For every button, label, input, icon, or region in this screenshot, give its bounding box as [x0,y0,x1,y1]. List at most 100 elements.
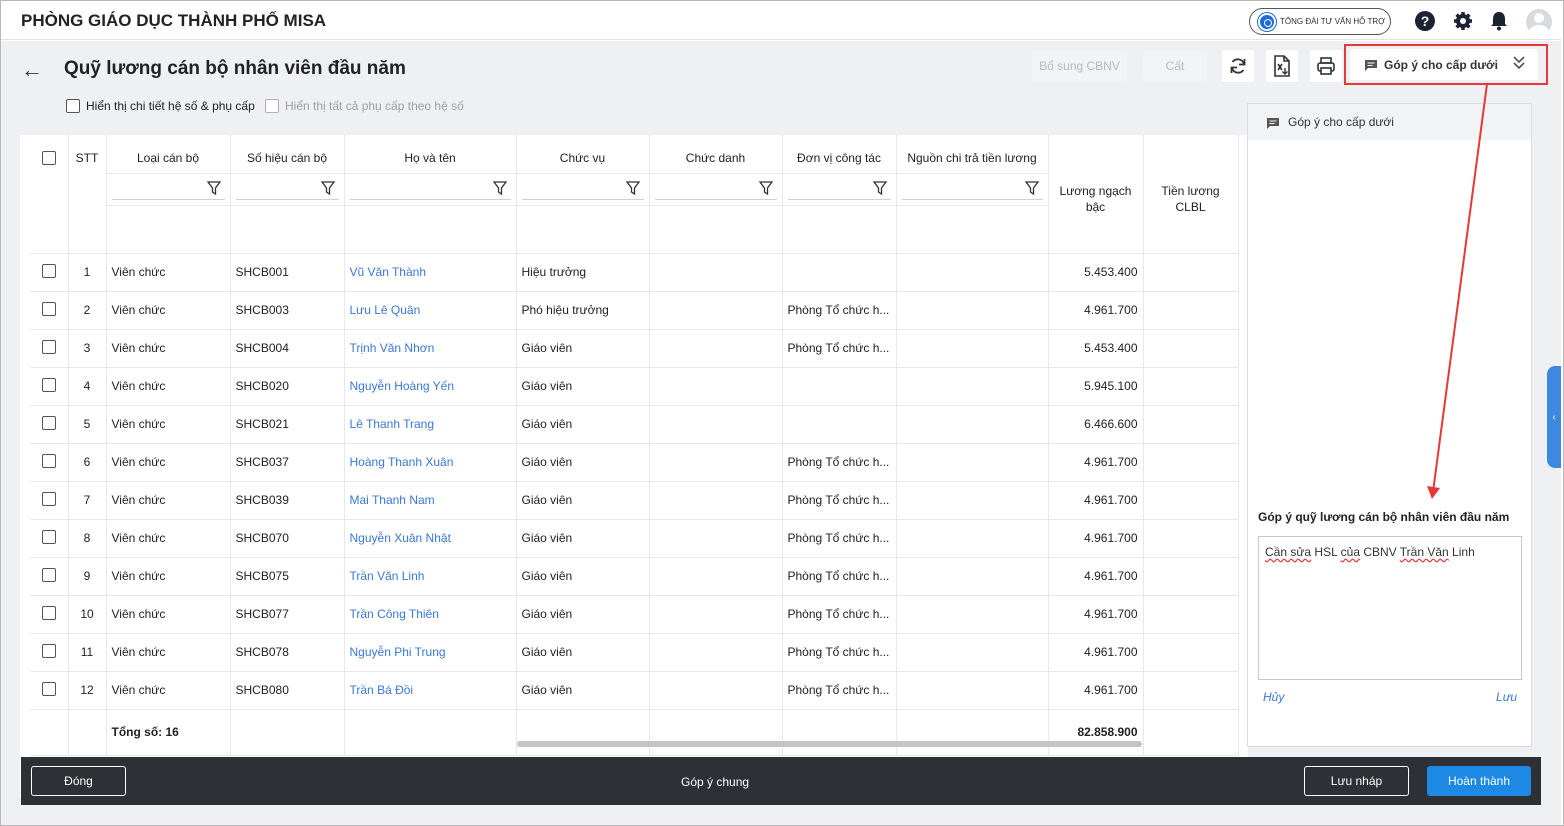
row-select-cell[interactable] [30,329,69,368]
close-button[interactable]: Đóng [31,766,126,796]
cell-name[interactable]: Nguyễn Phi Trung [344,633,517,672]
row-select-cell[interactable] [30,519,69,558]
filter-funnel-icon[interactable] [320,180,335,195]
feedback-textarea[interactable]: Cần sửa HSL của CBNV Trần Văn Linh [1258,536,1522,680]
table-row[interactable]: 4 Viên chức SHCB020 Nguyễn Hoàng Yến Giáo vi… [30,367,1239,406]
row-checkbox[interactable] [41,643,56,658]
filter-type-cell[interactable] [106,173,231,206]
filter-position-input[interactable] [521,178,644,200]
header-salary[interactable]: Lương ngạch bậc [1048,135,1144,254]
excel-export-button[interactable] [1266,50,1298,82]
refresh-button[interactable] [1222,50,1254,82]
row-select-cell[interactable] [30,291,69,330]
filter-funnel-icon[interactable] [872,180,887,195]
row-checkbox[interactable] [41,681,56,696]
header-clbl[interactable]: Tiền lương CLBL [1143,135,1239,254]
header-position[interactable]: Chức vụ [516,135,650,174]
cell-name[interactable]: Trần Bá Đồi [344,671,517,710]
cell-name[interactable]: Lê Thanh Trang [344,405,517,444]
row-checkbox[interactable] [41,377,56,392]
filter-unit-input[interactable] [787,178,891,200]
filter-source-cell[interactable] [896,173,1049,206]
row-select-cell[interactable] [30,253,69,292]
complete-button[interactable]: Hoàn thành [1427,766,1531,796]
print-button[interactable] [1310,50,1342,82]
row-checkbox[interactable] [41,567,56,582]
row-select-cell[interactable] [30,557,69,596]
row-checkbox[interactable] [41,263,56,278]
show-detail-checkbox[interactable] [66,99,80,113]
filter-funnel-icon[interactable] [625,180,640,195]
table-row[interactable]: 5 Viên chức SHCB021 Lê Thanh Trang Giáo viên… [30,405,1239,444]
row-select-cell[interactable] [30,405,69,444]
table-row[interactable]: 2 Viên chức SHCB003 Lưu Lê Quân Phó hiệu trư… [30,291,1239,330]
table-row[interactable]: 6 Viên chức SHCB037 Hoàng Thanh Xuân Giáo vi… [30,443,1239,482]
save-feedback-link[interactable]: Lưu [1496,690,1517,704]
filter-funnel-icon[interactable] [758,180,773,195]
cell-name[interactable]: Mai Thanh Nam [344,481,517,520]
row-select-cell[interactable] [30,443,69,482]
double-chevron-down-icon[interactable] [1512,55,1526,71]
table-row[interactable]: 11 Viên chức SHCB078 Nguyễn Phi Trung Giáo v… [30,633,1239,672]
feedback-subordinate-menu-item[interactable]: Góp ý cho cấp dưới [1248,104,1531,140]
row-checkbox[interactable] [41,339,56,354]
filter-code-cell[interactable] [230,173,345,206]
header-type[interactable]: Loại cán bộ [106,135,231,174]
filter-funnel-icon[interactable] [1024,180,1039,195]
row-checkbox[interactable] [41,491,56,506]
avatar[interactable] [1526,9,1552,35]
add-staff-button[interactable]: Bổ sung CBNV [1032,51,1127,81]
cell-name[interactable]: Nguyễn Xuân Nhật [344,519,517,558]
save-button[interactable]: Cất [1143,51,1207,81]
row-checkbox[interactable] [41,529,56,544]
row-checkbox[interactable] [41,301,56,316]
row-select-cell[interactable] [30,367,69,406]
table-row[interactable]: 1 Viên chức SHCB001 Vũ Văn Thành Hiệu trưởng… [30,253,1239,292]
row-checkbox[interactable] [41,605,56,620]
show-detail-option[interactable]: Hiển thị chi tiết hệ số & phụ cấp [66,99,255,113]
header-code[interactable]: Số hiệu cán bộ [230,135,345,174]
cell-name[interactable]: Vũ Văn Thành [344,253,517,292]
row-select-cell[interactable] [30,671,69,710]
horizontal-scrollbar[interactable] [517,741,1142,747]
filter-source-input[interactable] [901,178,1043,200]
filter-title-input[interactable] [654,178,777,200]
cell-name[interactable]: Trần Công Thiên [344,595,517,634]
help-icon[interactable]: ? [1415,11,1435,31]
panel-collapse-tab[interactable]: ‹ [1547,366,1561,468]
filter-code-input[interactable] [235,178,339,200]
cell-name[interactable]: Trần Văn Linh [344,557,517,596]
row-select-cell[interactable] [30,481,69,520]
table-row[interactable]: 12 Viên chức SHCB080 Trần Bá Đồi Giáo viên Ph… [30,671,1239,710]
header-title[interactable]: Chức danh [649,135,783,174]
header-unit[interactable]: Đơn vị công tác [782,135,897,174]
gear-icon[interactable] [1453,11,1473,31]
table-row[interactable]: 7 Viên chức SHCB039 Mai Thanh Nam Giáo viên P… [30,481,1239,520]
general-feedback-link[interactable]: Góp ý chung [681,775,749,789]
header-name[interactable]: Họ và tên [344,135,517,174]
header-source[interactable]: Nguồn chi trả tiền lương [896,135,1049,174]
table-row[interactable]: 8 Viên chức SHCB070 Nguyễn Xuân Nhật Giáo vi… [30,519,1239,558]
filter-position-cell[interactable] [516,173,650,206]
cancel-feedback-link[interactable]: Hủy [1263,690,1284,704]
row-select-cell[interactable] [30,595,69,634]
filter-type-input[interactable] [111,178,225,200]
filter-title-cell[interactable] [649,173,783,206]
filter-name-input[interactable] [349,178,511,200]
header-select-all[interactable] [30,135,69,254]
back-arrow-icon[interactable]: ← [21,57,43,83]
row-checkbox[interactable] [41,415,56,430]
row-checkbox[interactable] [41,453,56,468]
cell-name[interactable]: Nguyễn Hoàng Yến [344,367,517,406]
save-draft-button[interactable]: Lưu nháp [1304,766,1409,796]
filter-funnel-icon[interactable] [206,180,221,195]
filter-funnel-icon[interactable] [492,180,507,195]
cell-name[interactable]: Lưu Lê Quân [344,291,517,330]
support-hotline-button[interactable]: TỔNG ĐÀI TƯ VẤN HỖ TRỢ [1249,8,1391,35]
cell-name[interactable]: Hoàng Thanh Xuân [344,443,517,482]
table-row[interactable]: 10 Viên chức SHCB077 Trần Công Thiên Giáo vi… [30,595,1239,634]
table-row[interactable]: 9 Viên chức SHCB075 Trần Văn Linh Giáo viên P… [30,557,1239,596]
filter-name-cell[interactable] [344,173,517,206]
cell-name[interactable]: Trịnh Văn Nhơn [344,329,517,368]
filter-unit-cell[interactable] [782,173,897,206]
